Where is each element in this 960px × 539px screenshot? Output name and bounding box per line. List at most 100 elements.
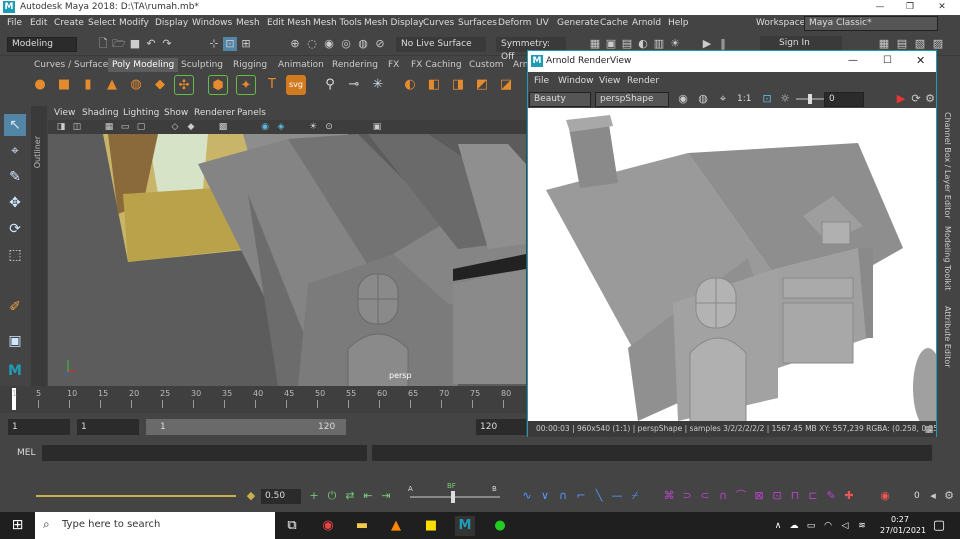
swap-icon[interactable]: ⇄: [343, 489, 357, 503]
smooth-shade-icon[interactable]: ◆: [184, 120, 198, 134]
select-hierarchy-icon[interactable]: ⊹: [207, 37, 221, 51]
language-icon[interactable]: ≋: [852, 516, 872, 536]
scene-start-field[interactable]: 1: [8, 419, 70, 435]
select-tool-icon[interactable]: ↖: [4, 114, 26, 136]
resolution-gate-icon[interactable]: ▢: [134, 120, 148, 134]
live-surface-field[interactable]: No Live Surface: [396, 37, 486, 52]
sticky-notes-icon[interactable]: ■: [421, 516, 441, 536]
menu-deform[interactable]: Deform: [498, 18, 531, 28]
viewport-menu-panels[interactable]: Panels: [237, 108, 266, 118]
xray-icon[interactable]: ▣: [370, 120, 384, 134]
arnold-renderview-window[interactable]: M Arnold RenderView — ☐ ✕ File Window Vi…: [527, 50, 937, 437]
menu-windows[interactable]: Windows: [192, 18, 232, 28]
render-image[interactable]: [528, 108, 936, 421]
taskbar-clock[interactable]: 0:27 27/01/2021: [880, 514, 926, 536]
render-frame-icon[interactable]: ▦: [588, 37, 602, 51]
tangent-flat-icon[interactable]: ╲: [592, 489, 606, 503]
tangent-plateau-icon[interactable]: ⌿: [628, 489, 642, 503]
extrude-icon[interactable]: ◐: [400, 75, 420, 95]
snap-pivot-icon[interactable]: ⊘: [373, 37, 387, 51]
poly-cone-icon[interactable]: ▲: [102, 75, 122, 95]
menu-edit-mesh[interactable]: Edit Mesh: [267, 18, 311, 28]
record-icon[interactable]: ◉: [878, 489, 892, 503]
paint-select-tool-icon[interactable]: ✎: [4, 166, 26, 188]
lasso-tool-icon[interactable]: ⌖: [4, 140, 26, 162]
freeze-transform-icon[interactable]: ✳: [368, 75, 388, 95]
region-render-icon[interactable]: ⊡: [760, 92, 774, 106]
task-view-icon[interactable]: ⧉: [282, 516, 302, 536]
menu-generate[interactable]: Generate: [557, 18, 599, 28]
frame-step-icon[interactable]: ◂: [926, 489, 940, 503]
perspective-viewport[interactable]: persp: [48, 134, 526, 386]
maximize-button[interactable]: ❐: [895, 0, 925, 15]
scale-tool-icon[interactable]: ⬚: [4, 244, 26, 266]
menu-cache[interactable]: Cache: [600, 18, 628, 28]
menu-uv[interactable]: UV: [536, 18, 549, 28]
wireframe-icon[interactable]: ◇: [168, 120, 182, 134]
align-left-icon[interactable]: ⇤: [361, 489, 375, 503]
snap-view-plane-icon[interactable]: ◎: [339, 37, 353, 51]
range-slider[interactable]: 1 120: [146, 419, 346, 435]
toggle-tool-settings-icon[interactable]: ▧: [913, 37, 927, 51]
render-start-icon[interactable]: ▶: [894, 92, 908, 106]
combine-icon[interactable]: ✣: [174, 75, 194, 95]
append-icon[interactable]: ◩: [472, 75, 492, 95]
menu-set-dropdown[interactable]: Modeling: [7, 37, 77, 52]
action-center-icon[interactable]: ▢: [929, 516, 949, 536]
multi-cut-icon[interactable]: ◪: [496, 75, 516, 95]
playback-start-field[interactable]: 1: [77, 419, 139, 435]
open-scene-icon[interactable]: 🗁: [112, 37, 126, 51]
arnold-menu-render[interactable]: Render: [627, 76, 659, 86]
viewport-menu-lighting[interactable]: Lighting: [123, 108, 159, 118]
menu-surfaces[interactable]: Surfaces: [458, 18, 497, 28]
arnold-menu-view[interactable]: View: [599, 76, 620, 86]
exposure-icon[interactable]: ☼: [778, 92, 792, 106]
arnold-render-icon[interactable]: ▶: [700, 37, 714, 51]
file-explorer-icon[interactable]: ▬: [352, 516, 372, 536]
shelf-tab-fx-caching[interactable]: FX Caching: [407, 58, 466, 72]
close-button[interactable]: ✕: [927, 0, 957, 15]
attribute-editor-tab[interactable]: Attribute Editor: [943, 306, 952, 368]
time-slider[interactable]: 1 5 10 15 20 25 30 35 40 45 50 55 60 65 …: [0, 386, 526, 413]
outliner-tab[interactable]: Outliner: [31, 106, 47, 386]
render-settings-icon[interactable]: ▤: [620, 37, 634, 51]
bridge-icon[interactable]: ◧: [424, 75, 444, 95]
shelf-tab-poly-modeling[interactable]: Poly Modeling: [108, 58, 179, 72]
light-editor-icon[interactable]: ☀: [668, 37, 682, 51]
arnold-maximize-button[interactable]: ☐: [883, 55, 892, 66]
mel-label[interactable]: MEL: [17, 448, 35, 458]
menu-arnold[interactable]: Arnold: [632, 18, 661, 28]
workspace-dropdown[interactable]: Maya Classic*: [804, 16, 938, 31]
snap-grid-icon[interactable]: ⊕: [288, 37, 302, 51]
arnold-menu-window[interactable]: Window: [558, 76, 594, 86]
film-gate-icon[interactable]: ▭: [118, 120, 132, 134]
render-setup-icon[interactable]: ▥: [652, 37, 666, 51]
tangent-linear-icon[interactable]: ⌐: [574, 489, 588, 503]
menu-display[interactable]: Display: [155, 18, 188, 28]
isolate-select-icon[interactable]: ⊙: [322, 120, 336, 134]
select-object-icon[interactable]: ⊡: [223, 37, 237, 51]
hypershade-icon[interactable]: ◐: [636, 37, 650, 51]
type-icon[interactable]: T: [262, 75, 282, 95]
rotate-tool-icon[interactable]: ⟳: [4, 218, 26, 240]
insert-key-icon[interactable]: ⊓: [788, 489, 802, 503]
refresh-icon[interactable]: ⟳: [909, 92, 923, 106]
svg-icon[interactable]: svg: [286, 75, 306, 95]
display-settings-icon[interactable]: ◍: [696, 92, 710, 106]
ambient-occlusion-icon[interactable]: ☀: [306, 120, 320, 134]
channels-icon[interactable]: ◉: [676, 92, 690, 106]
save-scene-icon[interactable]: ■: [128, 37, 142, 51]
settings-gear-icon[interactable]: ⚙: [942, 489, 956, 503]
break-tangents-icon[interactable]: ⌘: [662, 489, 676, 503]
redo-icon[interactable]: ↷: [160, 37, 174, 51]
pivot-icon[interactable]: ⊸: [344, 75, 364, 95]
poly-cylinder-icon[interactable]: ▮: [78, 75, 98, 95]
crop-icon[interactable]: ⌖: [716, 92, 730, 106]
arnold-pause-icon[interactable]: ‖: [716, 37, 730, 51]
tangent-spline-icon[interactable]: ∨: [538, 489, 552, 503]
menu-select[interactable]: Select: [88, 18, 116, 28]
line-app-icon[interactable]: ●: [490, 516, 510, 536]
channel-box-tab[interactable]: Channel Box / Layer Editor: [943, 112, 952, 219]
last-tool-icon[interactable]: ✐: [4, 296, 26, 318]
snap-surface-icon[interactable]: ◍: [356, 37, 370, 51]
